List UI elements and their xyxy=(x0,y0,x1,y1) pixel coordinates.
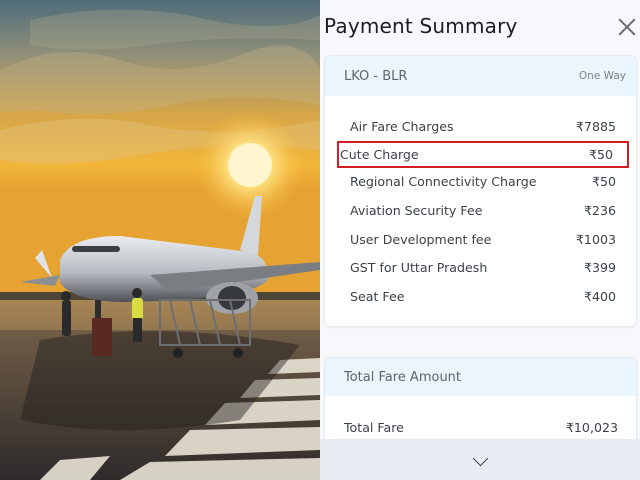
charge-label: GST for Uttar Pradesh xyxy=(350,260,488,276)
total-fare-value: ₹10,023 xyxy=(565,420,618,435)
chevron-down-icon[interactable] xyxy=(472,450,488,467)
charge-amount: ₹1003 xyxy=(575,231,616,247)
charge-amount: ₹400 xyxy=(583,288,616,304)
close-icon[interactable] xyxy=(616,16,638,38)
fare-breakdown-card: LKO - BLR One Way Air Fare Charges ₹7885… xyxy=(324,55,637,327)
charge-label: Regional Connectivity Charge xyxy=(350,174,537,190)
expand-bar[interactable] xyxy=(320,439,640,480)
total-fare-title: Total Fare Amount xyxy=(344,369,462,385)
charge-label: Cute Charge xyxy=(340,146,419,162)
charge-row-air-fare: Air Fare Charges ₹7885 xyxy=(335,112,632,141)
airplane-sunset-image xyxy=(0,0,320,480)
charge-row-seat-fee: Seat Fee ₹400 xyxy=(335,282,632,311)
charge-label: Seat Fee xyxy=(350,288,405,304)
charge-row-gst: GST for Uttar Pradesh ₹399 xyxy=(335,253,632,282)
trip-type-label: One Way xyxy=(578,70,626,82)
charge-row-aviation-security: Aviation Security Fee ₹236 xyxy=(335,196,632,225)
charge-label: Air Fare Charges xyxy=(350,118,454,134)
airplane-photo xyxy=(0,0,320,480)
payment-summary-panel: Payment Summary LKO - BLR One Way Air Fa… xyxy=(320,0,640,480)
total-fare-header: Total Fare Amount xyxy=(325,358,636,396)
charge-amount: ₹236 xyxy=(583,202,616,218)
charge-label: User Development fee xyxy=(350,231,492,247)
charge-row-regional-connectivity: Regional Connectivity Charge ₹50 xyxy=(335,168,632,197)
charge-label: Aviation Security Fee xyxy=(350,202,483,218)
charge-amount: ₹399 xyxy=(583,260,616,276)
total-fare-label: Total Fare xyxy=(344,420,404,435)
charge-amount: ₹50 xyxy=(588,146,613,162)
charge-row-cute-charge-highlighted: Cute Charge ₹50 xyxy=(337,140,629,168)
charge-row-user-development: User Development fee ₹1003 xyxy=(335,225,632,254)
route-header: LKO - BLR One Way xyxy=(325,56,636,96)
panel-title: Payment Summary xyxy=(324,14,518,38)
route-label: LKO - BLR xyxy=(344,68,408,84)
total-fare-row: Total Fare ₹10,023 xyxy=(344,420,618,435)
charge-amount: ₹50 xyxy=(591,174,616,190)
charge-amount: ₹7885 xyxy=(575,118,616,134)
charges-list: Air Fare Charges ₹7885 Cute Charge ₹50 R… xyxy=(325,96,636,311)
